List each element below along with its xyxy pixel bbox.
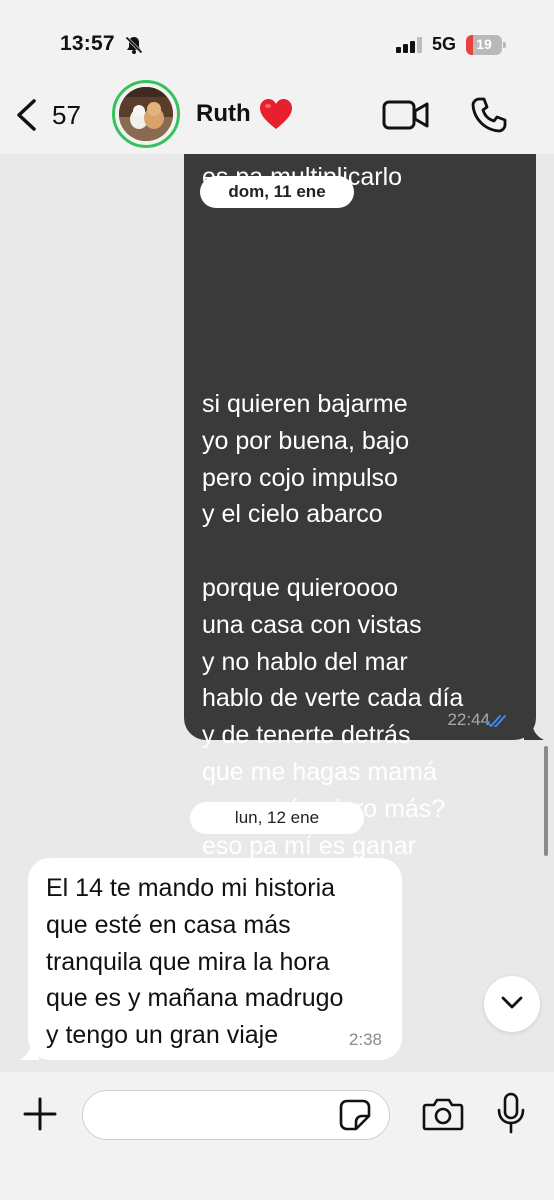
- message-time: 2:38: [348, 1030, 382, 1049]
- message-line: hablo de verte cada día: [202, 684, 464, 713]
- battery-icon: 19: [466, 35, 506, 55]
- unread-count[interactable]: 57: [52, 100, 81, 131]
- message-line: y el cielo abarco: [202, 500, 383, 529]
- bubble-tail: [524, 720, 544, 740]
- read-ticks-icon: [486, 715, 506, 727]
- message-line: El 14 te mando mi historia: [46, 874, 336, 902]
- message-line: que me hagas mamá: [202, 757, 437, 786]
- date-separator: dom, 11 ene: [200, 176, 354, 208]
- chevron-down-icon: [501, 996, 523, 1009]
- avatar-photo: [119, 87, 173, 141]
- signal-icon: [396, 37, 422, 53]
- battery-level: 19: [476, 36, 492, 52]
- status-bar: 13:57 5G 19: [0, 0, 554, 88]
- message-line: que esté en casa más: [46, 910, 291, 939]
- message-line: pero cojo impulso: [202, 463, 398, 492]
- message-line: que es y mañana madrugo: [46, 984, 344, 1013]
- avatar[interactable]: [119, 87, 173, 141]
- bubble-tail: [19, 1040, 39, 1060]
- microphone-icon[interactable]: [496, 1092, 526, 1134]
- message-line: [202, 533, 463, 570]
- incoming-message-text: El 14 te mando mi historia que esté en ca…: [46, 870, 343, 1054]
- camera-icon[interactable]: [422, 1096, 464, 1132]
- message-line: yo por buena, bajo: [202, 426, 410, 455]
- outgoing-message[interactable]: es pa multiplicarlo si quieren bajarmeyo…: [184, 154, 544, 860]
- outgoing-message-text: si quieren bajarme yo por buena, bajo pero…: [202, 386, 463, 864]
- network-type: 5G: [432, 34, 457, 54]
- message-line: tranquila que mira la hora: [46, 947, 330, 976]
- message-line: y no hablo del mar: [202, 647, 408, 676]
- composer-bar: [0, 1072, 554, 1200]
- sticker-icon[interactable]: [338, 1098, 372, 1132]
- video-call-icon[interactable]: [382, 98, 430, 132]
- heart-icon: [260, 99, 292, 129]
- date-separator: lun, 12 ene: [190, 802, 364, 834]
- message-line: si quieren bajarme: [202, 390, 408, 418]
- message-list[interactable]: es pa multiplicarlo si quieren bajarmeyo…: [0, 154, 554, 1072]
- back-chevron-icon[interactable]: [14, 98, 38, 132]
- message-line: y tengo un gran viaje: [46, 1021, 279, 1050]
- bell-off-icon: [124, 35, 144, 55]
- message-line: porque quieroooo: [202, 573, 398, 602]
- chat-header: 57 Ruth: [0, 78, 554, 154]
- contact-name[interactable]: Ruth: [196, 100, 251, 128]
- scroll-to-bottom-button[interactable]: [484, 976, 540, 1032]
- plus-icon[interactable]: [22, 1096, 58, 1132]
- message-time: 22:44: [447, 710, 490, 729]
- scrollbar[interactable]: [544, 746, 548, 856]
- phone-call-icon[interactable]: [470, 96, 508, 134]
- message-line: y de tenerte detrás: [202, 721, 411, 750]
- avatar-story-ring[interactable]: [112, 80, 180, 148]
- incoming-message[interactable]: El 14 te mando mi historia que esté en ca…: [19, 858, 402, 1060]
- message-line: una casa con vistas: [202, 610, 422, 639]
- status-time: 13:57: [60, 32, 115, 55]
